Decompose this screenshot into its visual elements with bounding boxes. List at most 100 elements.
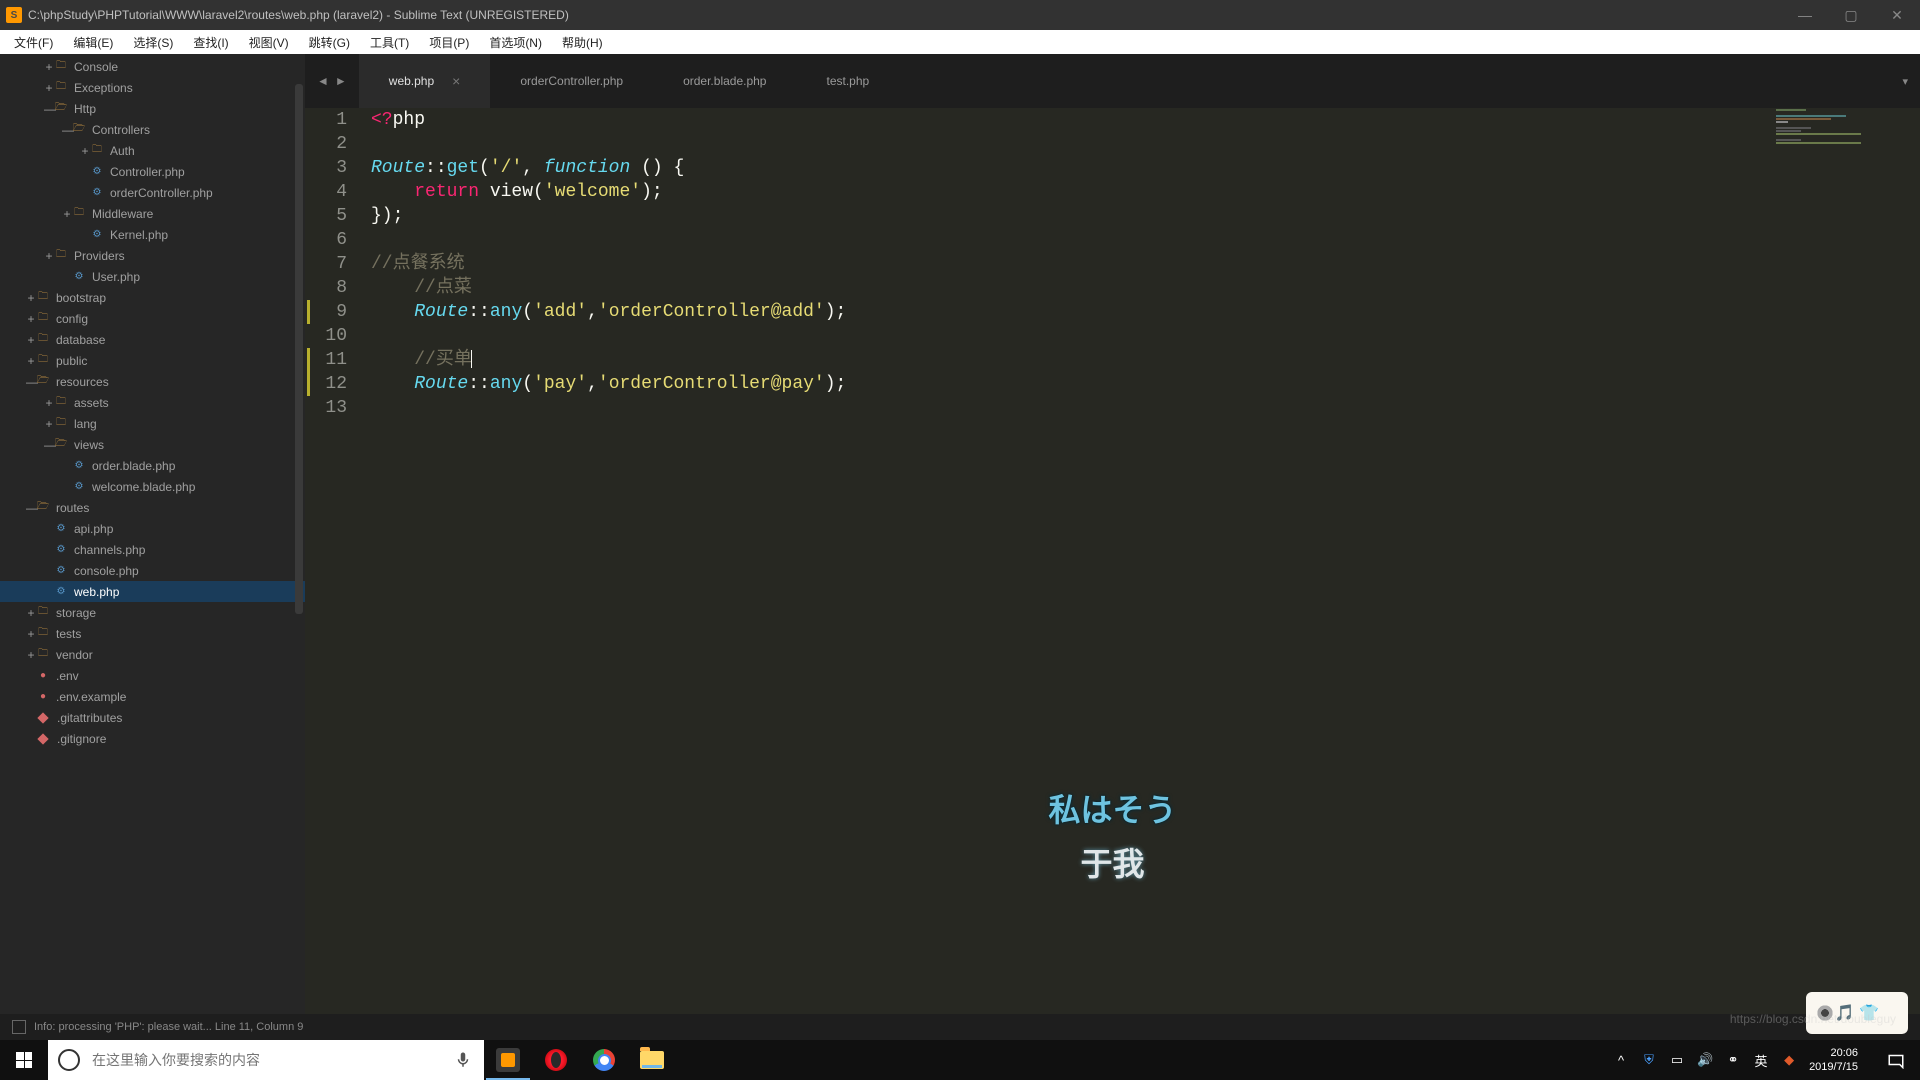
- tray-battery-icon[interactable]: ▭: [1669, 1052, 1685, 1068]
- sidebar-item-database[interactable]: +🗀database: [0, 329, 305, 350]
- sidebar-item-controllers[interactable]: —🗁Controllers: [0, 119, 305, 140]
- taskbar-app-opera[interactable]: [532, 1040, 580, 1080]
- sidebar-item-controller-php[interactable]: ⚙Controller.php: [0, 161, 305, 182]
- code-line[interactable]: Route::get('/', function () {: [371, 156, 846, 180]
- tray-chevron-up-icon[interactable]: ^: [1613, 1052, 1629, 1068]
- gear-icon: ⚙: [54, 523, 68, 534]
- sidebar-item-user-php[interactable]: ⚙User.php: [0, 266, 305, 287]
- window-maximize-button[interactable]: ▢: [1828, 0, 1874, 30]
- line-number: 6: [313, 228, 347, 252]
- gear-icon: ⚙: [54, 565, 68, 576]
- sidebar-item-storage[interactable]: +🗀storage: [0, 602, 305, 623]
- sidebar-item-views[interactable]: —🗁views: [0, 434, 305, 455]
- code-line[interactable]: //买单: [371, 348, 846, 372]
- sidebar-item-ordercontroller-php[interactable]: ⚙orderController.php: [0, 182, 305, 203]
- sublime-icon: [496, 1048, 520, 1072]
- menu-selection[interactable]: 选择(S): [123, 31, 183, 54]
- menu-find[interactable]: 查找(I): [183, 31, 238, 54]
- sidebar-item-vendor[interactable]: +🗀vendor: [0, 644, 305, 665]
- mic-icon[interactable]: [454, 1051, 472, 1069]
- sidebar-item-config[interactable]: +🗀config: [0, 308, 305, 329]
- sidebar-item-routes[interactable]: —🗁routes: [0, 497, 305, 518]
- line-number: 4: [313, 180, 347, 204]
- taskbar-search-input[interactable]: [92, 1052, 454, 1068]
- menu-tools[interactable]: 工具(T): [360, 31, 419, 54]
- sidebar-item-public[interactable]: +🗀public: [0, 350, 305, 371]
- code-line[interactable]: [371, 228, 846, 252]
- menu-goto[interactable]: 跳转(G): [299, 31, 360, 54]
- taskbar-app-explorer[interactable]: [628, 1040, 676, 1080]
- folder-icon: 🗀: [36, 331, 50, 348]
- tab-nav-prev-icon[interactable]: ◄: [315, 72, 331, 90]
- code-line[interactable]: return view('welcome');: [371, 180, 846, 204]
- sidebar-scrollbar[interactable]: [293, 54, 305, 981]
- sidebar-item-tests[interactable]: +🗀tests: [0, 623, 305, 644]
- status-panel-icon[interactable]: [12, 1020, 26, 1034]
- tab-ordercontroller-php[interactable]: orderController.php: [490, 54, 653, 108]
- taskbar-app-chrome[interactable]: [580, 1040, 628, 1080]
- tray-network-speed-icon[interactable]: ◆: [1781, 1052, 1797, 1068]
- code-line[interactable]: [371, 396, 846, 420]
- line-number: 12: [313, 372, 347, 396]
- code-line[interactable]: <?php: [371, 108, 846, 132]
- sidebar-item--env[interactable]: ●.env: [0, 665, 305, 686]
- tray-volume-icon[interactable]: 🔊: [1697, 1052, 1713, 1068]
- code-line[interactable]: [371, 132, 846, 156]
- code-line[interactable]: [371, 324, 846, 348]
- sidebar-item-channels-php[interactable]: ⚙channels.php: [0, 539, 305, 560]
- line-number: 11: [313, 348, 347, 372]
- sidebar-item-assets[interactable]: +🗀assets: [0, 392, 305, 413]
- tray-wifi-icon[interactable]: ⚭: [1725, 1052, 1741, 1068]
- menu-file[interactable]: 文件(F): [4, 31, 63, 54]
- tab-web-php[interactable]: web.php×: [359, 54, 491, 108]
- sidebar-item-order-blade-php[interactable]: ⚙order.blade.php: [0, 455, 305, 476]
- line-number: 2: [313, 132, 347, 156]
- tab-close-icon[interactable]: ×: [452, 73, 460, 89]
- tray-notifications-icon[interactable]: [1876, 1040, 1916, 1080]
- code-line[interactable]: Route::any('add','orderController@add');: [371, 300, 846, 324]
- sidebar-item-auth[interactable]: +🗀Auth: [0, 140, 305, 161]
- menu-help[interactable]: 帮助(H): [552, 31, 613, 54]
- sidebar-item-providers[interactable]: +🗀Providers: [0, 245, 305, 266]
- menu-project[interactable]: 项目(P): [419, 31, 479, 54]
- sidebar-item--gitignore[interactable]: .gitignore: [0, 728, 305, 749]
- tab-label: order.blade.php: [683, 74, 766, 88]
- window-minimize-button[interactable]: —: [1782, 0, 1828, 30]
- menu-view[interactable]: 视图(V): [239, 31, 299, 54]
- code-line[interactable]: //点餐系统: [371, 252, 846, 276]
- sidebar-item-http[interactable]: —🗁Http: [0, 98, 305, 119]
- sidebar-item-console[interactable]: +🗀Console: [0, 56, 305, 77]
- taskbar-search[interactable]: [48, 1040, 484, 1080]
- sidebar-item-middleware[interactable]: +🗀Middleware: [0, 203, 305, 224]
- sidebar-item-console-php[interactable]: ⚙console.php: [0, 560, 305, 581]
- tray-clock[interactable]: 20:06 2019/7/15: [1809, 1046, 1864, 1074]
- sidebar-item--env-example[interactable]: ●.env.example: [0, 686, 305, 707]
- tray-shield-icon[interactable]: ⛨: [1641, 1052, 1657, 1068]
- sidebar-item-lang[interactable]: +🗀lang: [0, 413, 305, 434]
- code-line[interactable]: //点菜: [371, 276, 846, 300]
- sidebar-item-kernel-php[interactable]: ⚙Kernel.php: [0, 224, 305, 245]
- menu-preferences[interactable]: 首选项(N): [479, 31, 552, 54]
- tray-ime-indicator[interactable]: 英: [1753, 1052, 1769, 1068]
- menu-edit[interactable]: 编辑(E): [63, 31, 123, 54]
- gutter-marker: [305, 228, 313, 252]
- sidebar-item-welcome-blade-php[interactable]: ⚙welcome.blade.php: [0, 476, 305, 497]
- tab-test-php[interactable]: test.php: [796, 54, 899, 108]
- taskbar-app-sublime[interactable]: [484, 1040, 532, 1080]
- sidebar-item--gitattributes[interactable]: .gitattributes: [0, 707, 305, 728]
- code-line[interactable]: });: [371, 204, 846, 228]
- sidebar-item-web-php[interactable]: ⚙web.php: [0, 581, 305, 602]
- sidebar-item-api-php[interactable]: ⚙api.php: [0, 518, 305, 539]
- cortana-circle-icon: [58, 1049, 80, 1071]
- tab-overflow-icon[interactable]: ▾: [1902, 75, 1920, 88]
- sidebar-item-resources[interactable]: —🗁resources: [0, 371, 305, 392]
- code-line[interactable]: Route::any('pay','orderController@pay');: [371, 372, 846, 396]
- minimap[interactable]: [1770, 108, 1920, 1040]
- code-editor[interactable]: 12345678910111213 <?phpRoute::get('/', f…: [305, 108, 1920, 1040]
- start-button[interactable]: [0, 1040, 48, 1080]
- sidebar-item-bootstrap[interactable]: +🗀bootstrap: [0, 287, 305, 308]
- tab-order-blade-php[interactable]: order.blade.php: [653, 54, 796, 108]
- window-close-button[interactable]: ✕: [1874, 0, 1920, 30]
- tab-nav-next-icon[interactable]: ►: [333, 72, 349, 90]
- sidebar-item-exceptions[interactable]: +🗀Exceptions: [0, 77, 305, 98]
